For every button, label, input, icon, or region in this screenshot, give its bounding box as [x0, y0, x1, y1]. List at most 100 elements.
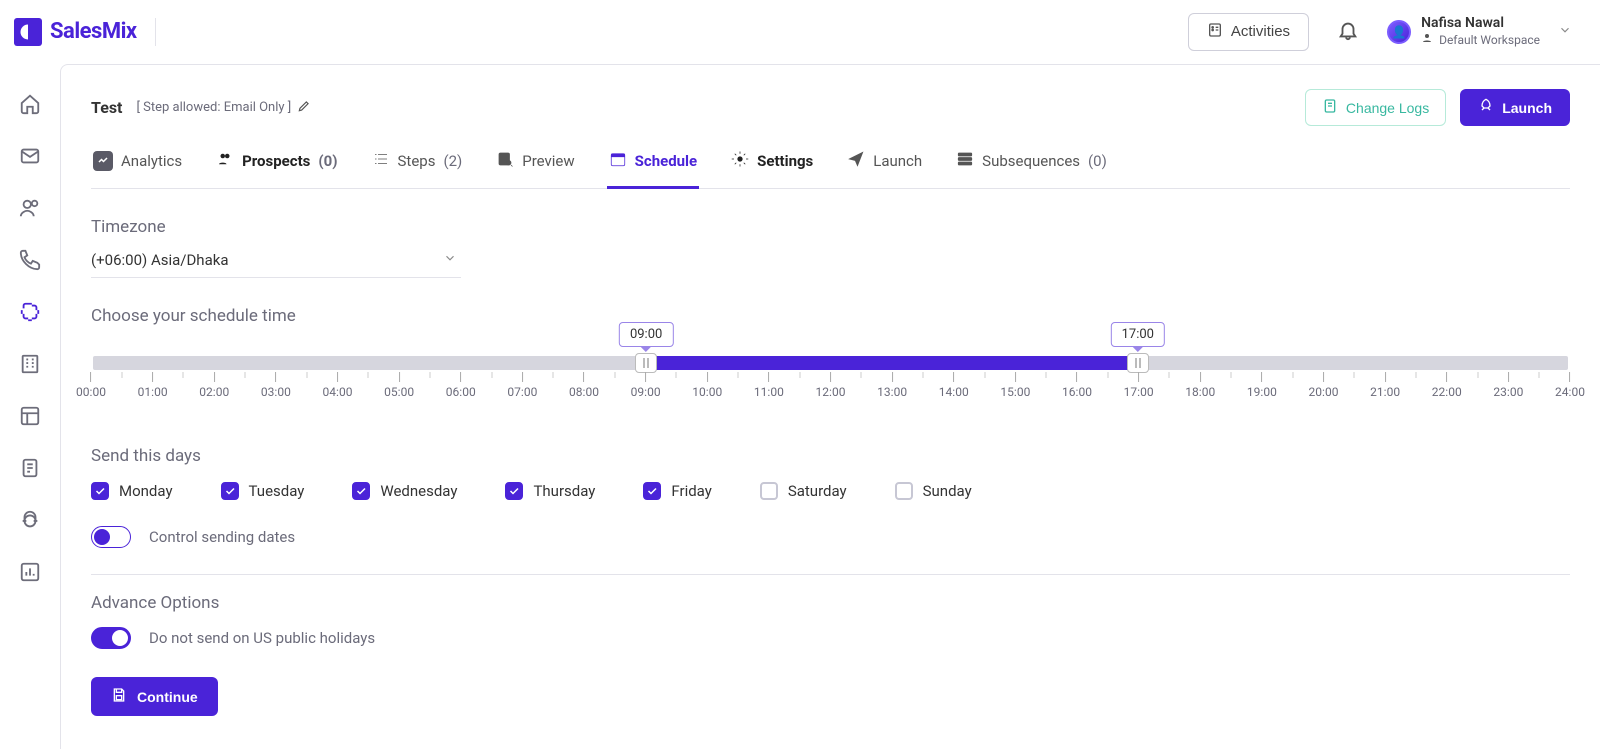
day-friday[interactable]: Friday: [643, 482, 711, 500]
checkbox[interactable]: [760, 482, 778, 500]
nav-reports[interactable]: [18, 560, 42, 584]
tick-label: 22:00: [1432, 385, 1462, 399]
schedule-time-slider: 09:00 17:00 00:0001:0002:0003:0004:0005:…: [91, 356, 1570, 412]
tick-label: 05:00: [384, 385, 414, 399]
nav-support[interactable]: [18, 508, 42, 532]
topbar-divider: [155, 18, 156, 46]
continue-label: Continue: [137, 689, 198, 705]
nav-mail[interactable]: [18, 144, 42, 168]
days-row: Monday Tuesday Wednesday Thursday Friday Satu…: [91, 482, 1570, 500]
holiday-toggle[interactable]: [91, 627, 131, 649]
chevron-down-icon: [443, 251, 457, 269]
slider-end-handle[interactable]: [1127, 353, 1149, 373]
tick-label: 08:00: [569, 385, 599, 399]
control-dates-label: Control sending dates: [149, 528, 295, 546]
activities-icon: [1207, 22, 1223, 42]
divider: [91, 574, 1570, 575]
slider-track[interactable]: 09:00 17:00: [93, 356, 1568, 370]
sidenav: [0, 64, 60, 749]
activities-button[interactable]: Activities: [1188, 13, 1309, 51]
pencil-icon: [297, 101, 311, 117]
checkbox[interactable]: [895, 482, 913, 500]
send-icon: [847, 150, 865, 172]
nav-calls[interactable]: [18, 248, 42, 272]
day-saturday[interactable]: Saturday: [760, 482, 847, 500]
checkbox[interactable]: [91, 482, 109, 500]
workspace-line: Default Workspace: [1421, 32, 1540, 47]
edit-title-button[interactable]: [297, 99, 311, 117]
tick-label: 11:00: [754, 385, 784, 399]
change-logs-label: Change Logs: [1346, 100, 1429, 116]
advance-heading: Advance Options: [91, 593, 1570, 613]
days-label: Send this days: [91, 446, 1570, 466]
day-label: Monday: [119, 482, 173, 500]
tabs: Analytics Prospects (0) Steps (2) Previe…: [91, 144, 1570, 189]
rocket-icon: [1478, 98, 1494, 117]
checkbox[interactable]: [505, 482, 523, 500]
tick-label: 07:00: [507, 385, 537, 399]
tick-label: 18:00: [1185, 385, 1215, 399]
workspace-icon: [1421, 32, 1433, 47]
tick-label: 01:00: [138, 385, 168, 399]
day-label: Sunday: [923, 482, 972, 500]
tick-label: 24:00: [1555, 385, 1585, 399]
tick-label: 15:00: [1000, 385, 1030, 399]
tab-schedule[interactable]: Schedule: [607, 144, 699, 189]
day-label: Wednesday: [380, 482, 457, 500]
checkbox[interactable]: [352, 482, 370, 500]
checkbox[interactable]: [643, 482, 661, 500]
calendar-icon: [609, 150, 627, 172]
subseq-icon: [956, 150, 974, 172]
slider-ticks: 00:0001:0002:0003:0004:0005:0006:0007:00…: [91, 372, 1570, 412]
tab-analytics[interactable]: Analytics: [91, 144, 184, 189]
tick-label: 21:00: [1370, 385, 1400, 399]
tick-label: 02:00: [199, 385, 229, 399]
control-dates-toggle[interactable]: [91, 526, 131, 548]
launch-button[interactable]: Launch: [1460, 89, 1570, 126]
tab-steps[interactable]: Steps (2): [370, 144, 465, 189]
change-logs-button[interactable]: Change Logs: [1305, 89, 1446, 126]
brand-name: SalesMix: [50, 19, 137, 44]
slider-start-handle[interactable]: [635, 353, 657, 373]
continue-button[interactable]: Continue: [91, 677, 218, 716]
notifications-bell[interactable]: [1337, 19, 1359, 45]
nav-campaigns[interactable]: [18, 300, 42, 324]
nav-people[interactable]: [18, 196, 42, 220]
tab-preview[interactable]: Preview: [494, 144, 576, 189]
steps-icon: [372, 150, 390, 172]
tab-subsequences[interactable]: Subsequences (0): [954, 144, 1109, 189]
day-monday[interactable]: Monday: [91, 482, 173, 500]
step-allowed-note: [ Step allowed: Email Only ]: [136, 100, 291, 115]
checkbox[interactable]: [221, 482, 239, 500]
chevron-down-icon: [1558, 23, 1572, 41]
timezone-value: (+06:00) Asia/Dhaka: [91, 251, 229, 269]
tick-label: 00:00: [76, 385, 106, 399]
timezone-select[interactable]: (+06:00) Asia/Dhaka: [91, 241, 461, 278]
nav-home[interactable]: [18, 92, 42, 116]
tab-settings[interactable]: Settings: [729, 144, 815, 189]
schedule-time-label: Choose your schedule time: [91, 306, 1570, 326]
day-wednesday[interactable]: Wednesday: [352, 482, 457, 500]
control-dates-row: Control sending dates: [91, 526, 1570, 548]
day-sunday[interactable]: Sunday: [895, 482, 972, 500]
workspace-name: Default Workspace: [1439, 33, 1540, 47]
tick-label: 14:00: [939, 385, 969, 399]
nav-notes[interactable]: [18, 456, 42, 480]
bell-icon: [1337, 29, 1359, 45]
user-menu[interactable]: Nafisa Nawal Default Workspace: [1387, 15, 1580, 47]
tab-launch[interactable]: Launch: [845, 144, 924, 189]
tick-label: 20:00: [1309, 385, 1339, 399]
topbar: SalesMix Activities Nafisa Nawal Default…: [0, 0, 1600, 64]
nav-companies[interactable]: [18, 352, 42, 376]
day-thursday[interactable]: Thursday: [505, 482, 595, 500]
brand-logo[interactable]: SalesMix: [8, 18, 137, 46]
tick-label: 16:00: [1062, 385, 1092, 399]
nav-templates[interactable]: [18, 404, 42, 428]
tick-label: 19:00: [1247, 385, 1277, 399]
activities-label: Activities: [1231, 23, 1290, 40]
slider-fill: [646, 356, 1138, 370]
day-tuesday[interactable]: Tuesday: [221, 482, 305, 500]
tab-prospects[interactable]: Prospects (0): [214, 144, 339, 189]
tick-label: 04:00: [323, 385, 353, 399]
timezone-label: Timezone: [91, 217, 1570, 237]
